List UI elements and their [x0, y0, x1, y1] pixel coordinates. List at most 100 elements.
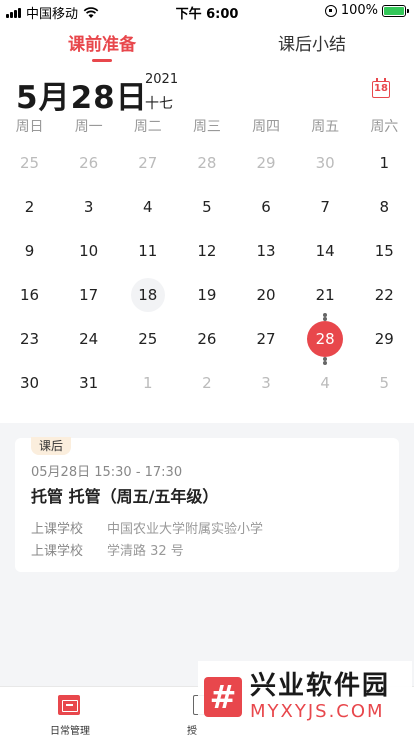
lesson-school-value: 中国农业大学附属实验小学 — [107, 522, 264, 537]
year-label: 2021 — [145, 72, 179, 87]
tab-pre-class[interactable]: 课前准备 — [68, 30, 136, 62]
calendar-day-number: 3 — [83, 198, 94, 216]
calendar-day[interactable]: 11 — [118, 229, 177, 273]
calendar-grid: 25 26 27 28 29 30 1 2 3 4 5 6 7 8 9 10 11 12 13 14 15 16 17 18 1… — [0, 141, 414, 405]
calendar-day[interactable]: 15 — [355, 229, 414, 273]
calendar-day[interactable]: 14 — [296, 229, 355, 273]
calendar-day[interactable]: 30 — [296, 141, 355, 185]
calendar-day[interactable]: 21 — [296, 273, 355, 317]
calendar-day-number: 19 — [197, 286, 217, 304]
calendar-day-number: 4 — [143, 198, 153, 216]
calendar-week-row: 23 24 25 26 27 28 29 — [0, 317, 414, 361]
daily-management-icon — [58, 695, 80, 715]
calendar-day[interactable]: 13 — [237, 229, 296, 273]
calendar-day-number: 1 — [143, 374, 153, 392]
calendar-day[interactable]: 4 — [296, 361, 355, 405]
calendar-day-number: 28 — [197, 154, 217, 172]
lunar-date-label: 十七 — [145, 96, 173, 112]
calendar-day[interactable]: 26 — [59, 141, 118, 185]
calendar-day[interactable]: 9 — [0, 229, 59, 273]
calendar-day[interactable]: 4 — [118, 185, 177, 229]
watermark: # 兴业软件园 MYXYJS.COM — [198, 661, 412, 733]
calendar-day[interactable]: 5 — [177, 185, 236, 229]
calendar-day[interactable]: 8 — [355, 185, 414, 229]
calendar-day-number: 12 — [197, 242, 217, 260]
lesson-school-row: 上课学校 中国农业大学附属实验小学 — [31, 518, 263, 537]
lesson-card[interactable]: 课后 05月28日 15:30 - 17:30 托管 托管（周五/五年级） 上课… — [15, 437, 399, 572]
calendar-day-number: 18 — [138, 286, 158, 304]
calendar-day-number: 5 — [379, 374, 390, 392]
calendar-day[interactable]: 27 — [118, 141, 177, 185]
calendar-day[interactable]: 25 — [0, 141, 59, 185]
calendar-day[interactable]: 25 — [118, 317, 177, 361]
calendar-day-number: 7 — [320, 198, 330, 216]
nav-daily-label: 日常管理 — [50, 726, 90, 736]
calendar-day[interactable]: 29 — [237, 141, 296, 185]
calendar-day[interactable]: 5 — [355, 361, 414, 405]
calendar-day[interactable]: 23 — [0, 317, 59, 361]
calendar-day-number: 4 — [320, 374, 330, 392]
calendar: 5月28日 2021 十七 18 周日 周一 周二 周三 周四 周五 周六 25 26 27 28… — [0, 64, 414, 423]
calendar-day-number: 8 — [379, 198, 390, 216]
calendar-day[interactable]: 12 — [177, 229, 236, 273]
calendar-week-row: 9 10 11 12 13 14 15 — [0, 229, 414, 273]
calendar-day[interactable]: 20 — [237, 273, 296, 317]
event-dot — [323, 317, 328, 321]
calendar-day[interactable]: 30 — [0, 361, 59, 405]
calendar-day-number: 2 — [24, 198, 35, 216]
selected-date-title: 5月28日 — [16, 80, 148, 116]
tab-pre-class-label: 课前准备 — [68, 35, 136, 55]
calendar-day[interactable]: 3 — [59, 185, 118, 229]
calendar-day-number: 14 — [315, 242, 335, 260]
calendar-day-number: 26 — [79, 154, 99, 172]
calendar-day[interactable]: 1 — [118, 361, 177, 405]
calendar-day-number: 1 — [379, 154, 390, 172]
status-right: 100% — [324, 3, 409, 18]
calendar-day-today[interactable]: 18 — [118, 273, 177, 317]
watermark-logo: # — [204, 677, 242, 717]
calendar-day-number: 20 — [256, 286, 276, 304]
calendar-today-icon[interactable]: 18 — [372, 78, 390, 98]
calendar-day-number: 10 — [79, 242, 99, 260]
calendar-day[interactable]: 3 — [237, 361, 296, 405]
calendar-week-row: 2 3 4 5 6 7 8 — [0, 185, 414, 229]
calendar-day[interactable]: 17 — [59, 273, 118, 317]
calendar-day-number: 16 — [20, 286, 40, 304]
calendar-day[interactable]: 2 — [177, 361, 236, 405]
calendar-day[interactable]: 7 — [296, 185, 355, 229]
calendar-day-number: 23 — [20, 330, 40, 348]
calendar-day[interactable]: 26 — [177, 317, 236, 361]
lesson-address-row: 上课学校 学清路 32 号 — [31, 540, 184, 559]
calendar-day-number: 31 — [79, 374, 99, 392]
battery-icon — [382, 4, 409, 17]
calendar-day-number: 24 — [79, 330, 99, 348]
lesson-address-key: 上课学校 — [31, 544, 84, 559]
lesson-type-badge: 课后 — [31, 437, 71, 455]
calendar-day-number: 22 — [374, 286, 394, 304]
calendar-day[interactable]: 19 — [177, 273, 236, 317]
calendar-day-number: 13 — [256, 242, 276, 260]
calendar-day[interactable]: 6 — [237, 185, 296, 229]
calendar-day[interactable]: 1 — [355, 141, 414, 185]
calendar-day-number: 15 — [374, 242, 394, 260]
calendar-day[interactable]: 10 — [59, 229, 118, 273]
calendar-day-selected[interactable]: 28 — [296, 317, 355, 361]
calendar-day[interactable]: 29 — [355, 317, 414, 361]
tab-post-class[interactable]: 课后小结 — [278, 30, 346, 55]
calendar-week-row: 30 31 1 2 3 4 5 — [0, 361, 414, 405]
weekday-label: 周一 — [74, 119, 103, 135]
weekday-label: 周三 — [192, 119, 221, 135]
calendar-day[interactable]: 16 — [0, 273, 59, 317]
calendar-week-row: 16 17 18 19 20 21 22 — [0, 273, 414, 317]
weekday-label: 周二 — [133, 119, 162, 135]
weekday-label: 周日 — [15, 119, 44, 135]
calendar-day-number: 25 — [138, 330, 158, 348]
calendar-day[interactable]: 31 — [59, 361, 118, 405]
calendar-day[interactable]: 28 — [177, 141, 236, 185]
calendar-day[interactable]: 2 — [0, 185, 59, 229]
watermark-text: 兴业软件园 MYXYJS.COM — [250, 671, 390, 723]
calendar-day[interactable]: 27 — [237, 317, 296, 361]
calendar-day[interactable]: 22 — [355, 273, 414, 317]
nav-item-daily-management[interactable]: 日常管理 — [30, 687, 110, 736]
calendar-day[interactable]: 24 — [59, 317, 118, 361]
